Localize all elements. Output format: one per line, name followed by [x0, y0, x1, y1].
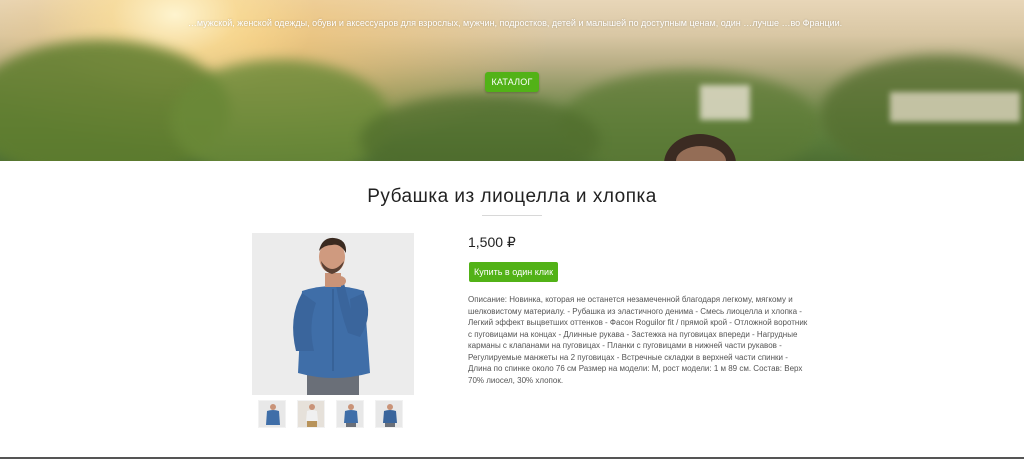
buy-one-click-button[interactable]: Купить в один клик: [469, 262, 558, 282]
hero-building: [700, 85, 750, 120]
title-divider: [482, 215, 542, 216]
model-in-shirt-image: [252, 233, 414, 395]
product-thumbnail[interactable]: [297, 400, 325, 428]
hero-building: [890, 92, 1020, 122]
hero-foliage: [360, 95, 600, 161]
product-thumbnail[interactable]: [375, 400, 403, 428]
product-thumbnail[interactable]: [258, 400, 286, 428]
product-main-image[interactable]: [252, 233, 414, 395]
product-price: 1,500 ₽: [468, 234, 516, 250]
hero-description: …мужской, женской одежды, обуви и аксесс…: [187, 18, 843, 28]
product-title: Рубашка из лиоцелла и хлопка: [367, 186, 657, 207]
product-thumbnail[interactable]: [336, 400, 364, 428]
catalog-button[interactable]: КАТАЛОГ: [485, 72, 539, 92]
thumbnail-image: [259, 401, 285, 427]
thumbnail-image: [337, 401, 363, 427]
product-description: Описание: Новинка, которая не останется …: [468, 295, 808, 385]
hero-banner: …мужской, женской одежды, обуви и аксесс…: [0, 0, 1024, 161]
thumbnail-strip: [258, 400, 408, 430]
thumbnail-image: [376, 401, 402, 427]
thumbnail-image: [298, 401, 324, 427]
